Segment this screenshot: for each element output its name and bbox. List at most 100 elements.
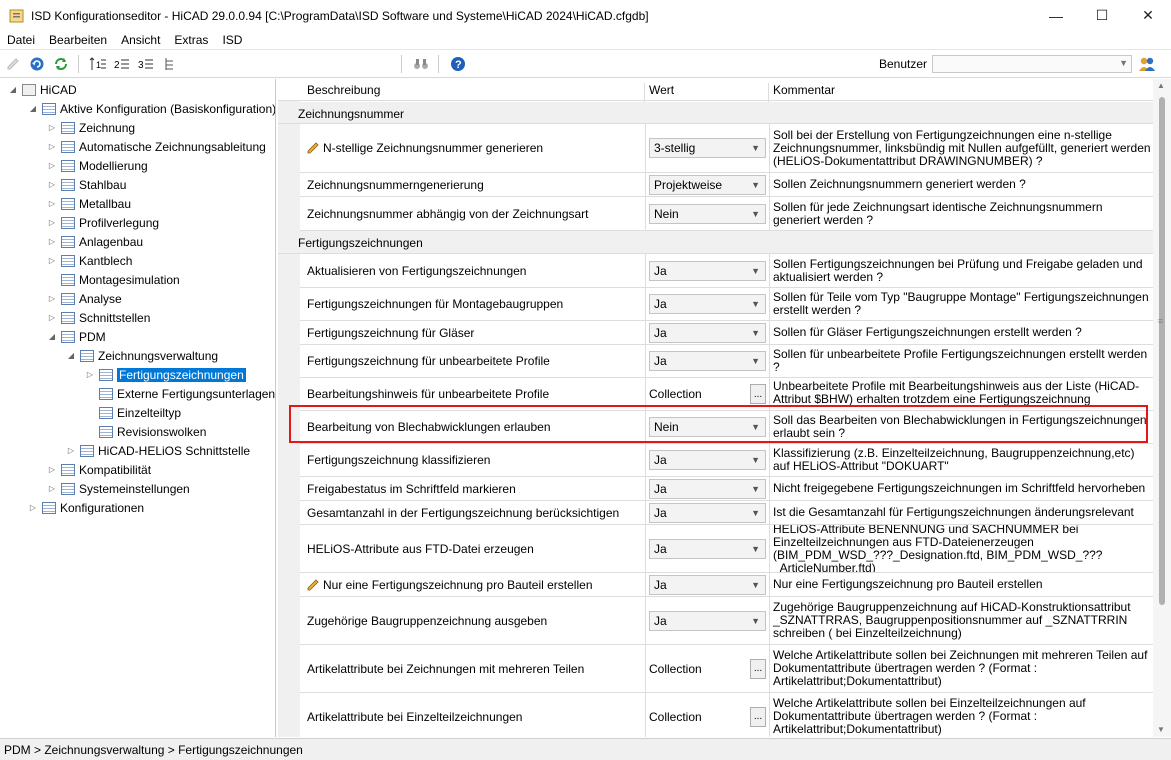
expand-icon[interactable]: ▷	[47, 142, 57, 151]
edit-pencil-icon[interactable]	[2, 53, 24, 75]
table-row[interactable]: N-stellige Zeichnungsnummer generieren 3…	[300, 124, 1153, 173]
expand-icon[interactable]: ▷	[47, 123, 57, 132]
tree-node-montagesimulation[interactable]: Montagesimulation	[47, 270, 180, 289]
table-row[interactable]: Zeichnungsnummer abhängig von der Zeichn…	[300, 197, 1153, 231]
user-select[interactable]: ▼	[932, 55, 1132, 73]
refresh-icon[interactable]	[50, 53, 72, 75]
scroll-thumb[interactable]	[1159, 97, 1165, 605]
value-dropdown[interactable]: Ja ▼	[649, 502, 766, 523]
expand-icon[interactable]: ▷	[47, 256, 57, 265]
table-row[interactable]: Fertigungszeichnungen für Montagebaugrup…	[300, 288, 1153, 321]
table-row[interactable]: Fertigungszeichnung für Gläser Ja ▼ Solle…	[300, 321, 1153, 345]
menu-datei[interactable]: Datei	[0, 33, 42, 47]
menu-bearbeiten[interactable]: Bearbeiten	[42, 33, 114, 47]
expand-icon[interactable]: ▷	[66, 446, 76, 455]
tree-view-icon[interactable]	[159, 53, 181, 75]
value-dropdown[interactable]: 3-stellig ▼	[649, 138, 766, 158]
tree-node-metallbau[interactable]: ▷ Metallbau	[47, 194, 131, 213]
scroll-up-icon[interactable]: ▲	[1157, 81, 1165, 90]
tree-node-root[interactable]: ◢ HiCAD	[8, 80, 77, 99]
binoculars-icon[interactable]	[410, 53, 432, 75]
tree-node-kantblech[interactable]: ▷ Kantblech	[47, 251, 132, 270]
value-dropdown[interactable]: Ja ▼	[649, 260, 766, 281]
tree-node-systemeinstellungen[interactable]: ▷ Systemeinstellungen	[47, 479, 190, 498]
expand-icon[interactable]: ▷	[28, 503, 38, 512]
tree-node-hicad-helios[interactable]: ▷ HiCAD-HELiOS Schnittstelle	[66, 441, 250, 460]
tree-node-modellierung[interactable]: ▷ Modellierung	[47, 156, 148, 175]
tree-node-pdm[interactable]: ◢ PDM	[47, 327, 106, 346]
value-dropdown[interactable]: Ja ▼	[649, 294, 766, 314]
value-dropdown[interactable]: Ja ▼	[649, 478, 766, 499]
scroll-down-icon[interactable]: ▼	[1157, 725, 1165, 734]
value-dropdown[interactable]: Ja ▼	[649, 351, 766, 371]
tree-node-profilverlegung[interactable]: ▷ Profilverlegung	[47, 213, 159, 232]
table-row[interactable]: Aktualisieren von Fertigungszeichnungen …	[300, 254, 1153, 288]
tree-node-zeichnungsableitung[interactable]: ▷ Automatische Zeichnungsableitung	[47, 137, 266, 156]
collapse-icon[interactable]: ◢	[66, 351, 76, 360]
expand-icon[interactable]: ▷	[85, 370, 95, 379]
collapse-icon[interactable]: ◢	[8, 85, 18, 94]
group-fertigungszeichnungen[interactable]: Fertigungszeichnungen	[278, 231, 1153, 254]
tree-node-externe-fertigungsunterlagen[interactable]: Externe Fertigungsunterlagen	[85, 384, 275, 403]
menu-ansicht[interactable]: Ansicht	[114, 33, 167, 47]
tree-node-zeichnung[interactable]: ▷ Zeichnung	[47, 118, 135, 137]
expand-icon[interactable]: ▷	[47, 313, 57, 322]
level-2-icon[interactable]: 2	[111, 53, 133, 75]
table-row[interactable]: Nur eine Fertigungszeichnung pro Bauteil…	[300, 573, 1153, 597]
value-dropdown[interactable]: Ja ▼	[649, 450, 766, 470]
group-zeichnungsnummer[interactable]: Zeichnungsnummer	[278, 102, 1153, 124]
table-row[interactable]: Fertigungszeichnung klassifizieren Ja ▼ K…	[300, 444, 1153, 477]
minimize-button[interactable]: —	[1033, 0, 1079, 31]
expand-icon[interactable]: ▷	[47, 218, 57, 227]
table-row[interactable]: Fertigungszeichnung für unbearbeitete Pr…	[300, 345, 1153, 378]
tree-node-kompatibilitaet[interactable]: ▷ Kompatibilität	[47, 460, 151, 479]
tree-node-einzelteiltyp[interactable]: Einzelteiltyp	[85, 403, 181, 422]
level-1-icon[interactable]: 1	[87, 53, 109, 75]
expand-icon[interactable]: ▷	[47, 484, 57, 493]
menu-isd[interactable]: ISD	[215, 33, 249, 47]
expand-icon[interactable]: ▷	[47, 465, 57, 474]
menu-extras[interactable]: Extras	[167, 33, 215, 47]
tree-node-stahlbau[interactable]: ▷ Stahlbau	[47, 175, 126, 194]
users-icon[interactable]	[1138, 56, 1156, 72]
collection-edit-button[interactable]: ...	[750, 706, 766, 727]
expand-icon[interactable]: ▷	[47, 199, 57, 208]
table-row[interactable]: Zeichnungsnummerngenerierung Projektweis…	[300, 173, 1153, 197]
close-button[interactable]: ✕	[1125, 0, 1171, 31]
collapse-icon[interactable]: ◢	[47, 332, 57, 341]
expand-icon[interactable]: ▷	[47, 180, 57, 189]
column-header-value[interactable]: Wert	[649, 83, 674, 97]
expand-icon[interactable]: ▷	[47, 237, 57, 246]
help-icon[interactable]: ?	[447, 53, 469, 75]
value-dropdown[interactable]: Ja ▼	[649, 322, 766, 343]
value-dropdown[interactable]: Ja ▼	[649, 610, 766, 631]
table-row[interactable]: Gesamtanzahl in der Fertigungszeichnung …	[300, 501, 1153, 525]
column-header-description[interactable]: Beschreibung	[307, 83, 380, 97]
level-3-icon[interactable]: 3	[135, 53, 157, 75]
table-row[interactable]: Artikelattribute bei Einzelteilzeichnung…	[300, 693, 1153, 737]
value-dropdown[interactable]: Projektweise ▼	[649, 174, 766, 195]
tree-node-zeichnungsverwaltung[interactable]: ◢ Zeichnungsverwaltung	[66, 346, 218, 365]
tree-node-active-config[interactable]: ◢ Aktive Konfiguration (Basiskonfiguratio…	[28, 99, 275, 118]
tree-node-anlagenbau[interactable]: ▷ Anlagenbau	[47, 232, 143, 251]
tree-node-revisionswolken[interactable]: Revisionswolken	[85, 422, 206, 441]
expand-icon[interactable]: ▷	[47, 294, 57, 303]
column-header-comment[interactable]: Kommentar	[773, 83, 835, 97]
collection-edit-button[interactable]: ...	[750, 384, 766, 404]
tree-node-konfigurationen[interactable]: ▷ Konfigurationen	[28, 498, 144, 517]
undo-icon[interactable]	[26, 53, 48, 75]
tree-node-analyse[interactable]: ▷ Analyse	[47, 289, 122, 308]
tree-node-schnittstellen[interactable]: ▷ Schnittstellen	[47, 308, 150, 327]
collapse-icon[interactable]: ◢	[28, 104, 38, 113]
maximize-button[interactable]: ☐	[1079, 0, 1125, 31]
value-dropdown[interactable]: Ja ▼	[649, 538, 766, 559]
tree-node-fertigungszeichnungen[interactable]: ▷ Fertigungszeichnungen	[85, 365, 246, 384]
value-dropdown[interactable]: Nein ▼	[649, 203, 766, 224]
table-row[interactable]: Freigabestatus im Schriftfeld markieren …	[300, 477, 1153, 501]
table-row[interactable]: Zugehörige Baugruppenzeichnung ausgeben …	[300, 597, 1153, 645]
table-row[interactable]: HELiOS-Attribute aus FTD-Datei erzeugen …	[300, 525, 1153, 573]
vertical-scrollbar[interactable]: ▲ ≡ ▼	[1153, 79, 1171, 737]
value-dropdown[interactable]: Ja ▼	[649, 574, 766, 595]
expand-icon[interactable]: ▷	[47, 161, 57, 170]
table-row[interactable]: Artikelattribute bei Zeichnungen mit meh…	[300, 645, 1153, 693]
